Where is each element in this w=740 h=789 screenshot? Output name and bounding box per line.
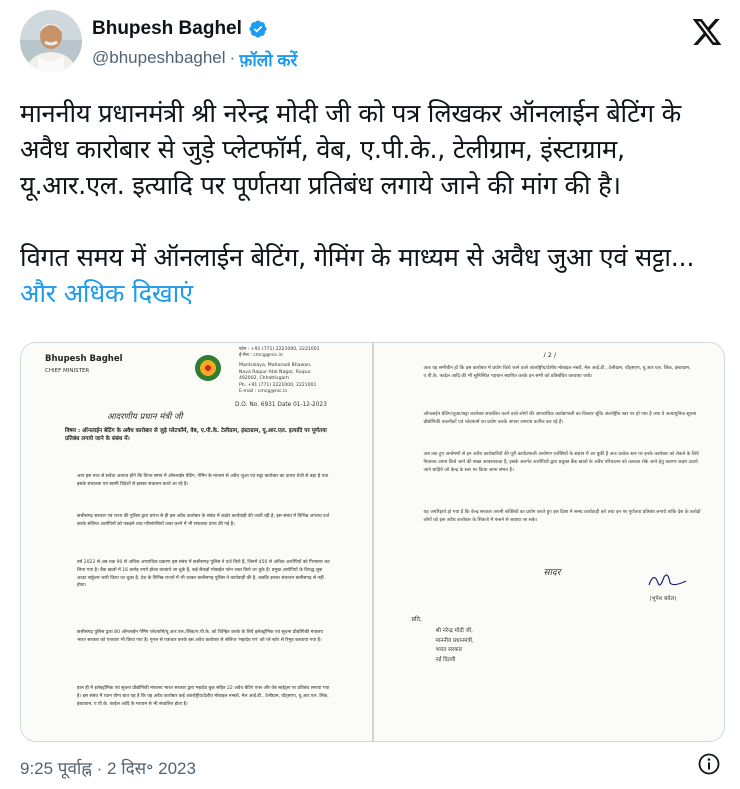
show-more-link[interactable]: और अधिक दिखाएं (20, 279, 193, 309)
author-handle-row: @bhupeshbaghel · फ़ॉलो करें (92, 48, 297, 71)
tweet-paragraph-2-text: विगत समय में ऑनलाईन बेटिंग, गेमिंग के मा… (20, 243, 695, 273)
tweet-paragraph-1: माननीय प्रधानमंत्री श्री नरेन्द्र मोदी ज… (20, 99, 681, 201)
letter-to-label: प्रति, (411, 616, 422, 623)
avatar-portrait-icon (20, 10, 82, 72)
x-logo-icon[interactable] (690, 16, 724, 48)
letter-subject: विषय : ऑनलाईन बेटिंग के अवैध कारोबार से … (65, 428, 329, 443)
timestamp-separator: · (96, 759, 103, 778)
letter-dak-number: D.O. No. 6931 Date 01-12-2023 (235, 402, 327, 408)
tweet-date: 2 दिस॰ 2023 (107, 759, 196, 778)
letter-page-1[interactable]: Bhupesh Baghel CHIEF MINISTER फोन : +91 … (21, 343, 374, 741)
signature-icon (647, 574, 686, 586)
tweet-time: 9:25 पूर्वाह्न (20, 759, 92, 778)
letter-handwritten-salutation: आदरणीय प्रधान मंत्री जी (107, 412, 183, 422)
letter-recipient: श्री नरेन्द्र मोदी जी, माननीय प्रधानमंत्… (435, 628, 474, 663)
tweet-text: माननीय प्रधानमंत्री श्री नरेन्द्र मोदी ज… (20, 96, 720, 312)
tweet-media[interactable]: Bhupesh Baghel CHIEF MINISTER फोन : +91 … (20, 342, 725, 742)
tweet-paragraph-2: विगत समय में ऑनलाईन बेटिंग, गेमिंग के मा… (20, 240, 720, 312)
info-icon[interactable] (697, 752, 721, 776)
letter-body-1: आप इस तथ्य से सर्वथा अवगत होंगे कि विगत … (77, 474, 330, 487)
tweet-card: Bhupesh Baghel @bhupeshbaghel · फ़ॉलो कर… (0, 0, 740, 789)
author-handle[interactable]: @bhupeshbaghel (92, 48, 226, 71)
avatar[interactable] (20, 10, 82, 72)
letter2-body-4: यह अपरिहार्य हो गया है कि केन्द्र सरकार … (423, 510, 702, 523)
author-name[interactable]: Bhupesh Baghel (92, 18, 242, 40)
letter-body-4: छत्तीसगढ़ पुलिस द्वारा 80 ऑनलाईन गेमिंग … (77, 630, 325, 643)
letter2-body-3: अब तक हुए अन्वेषणों से इन अवैध कारोबारिय… (423, 452, 701, 473)
letter-handwritten-closing: सादर (543, 568, 561, 578)
follow-button[interactable]: फ़ॉलो करें (239, 48, 297, 71)
letter-sender-title: CHIEF MINISTER (45, 368, 90, 374)
letter-address: Mantralaya, Mahanadi Bhawan, Nava Raipur… (239, 363, 317, 395)
letter2-body-1: अतः यह समीचीन हो कि इस कारोबार में प्रयो… (423, 366, 693, 379)
letter-body-2: छत्तीसगढ़ सरकार एवं राज्य की पुलिस द्वार… (77, 514, 331, 527)
verified-badge-icon (249, 20, 267, 38)
letter-page-2[interactable]: / 2 / अतः यह समीचीन हो कि इस कारोबार में… (373, 343, 724, 741)
letter-contact-top: फोन : +91 (771) 2221000, 2221001 ई-मेल :… (239, 347, 320, 359)
handle-separator: · (229, 48, 236, 67)
letter-body-3: वर्ष 2022 से अब तक 90 से अधिक अपराधिक प्… (77, 560, 332, 589)
state-emblem-icon (195, 355, 221, 381)
letter2-body-2: ऑनलाईन बेटिंग/जुआ/सट्टा कारोबार संचालित … (423, 412, 698, 425)
letter-sender-name: Bhupesh Baghel (45, 354, 123, 364)
author-name-row: Bhupesh Baghel (92, 18, 268, 40)
letter-body-5: हाल ही में इलेक्ट्रॉनिक एवं सूचना प्रौद्… (77, 686, 331, 707)
tweet-timestamp[interactable]: 9:25 पूर्वाह्न · 2 दिस॰ 2023 (20, 756, 196, 779)
letter-page-number: / 2 / (543, 351, 557, 359)
letter-signatory: (भूपेश बघेल) (649, 596, 677, 602)
